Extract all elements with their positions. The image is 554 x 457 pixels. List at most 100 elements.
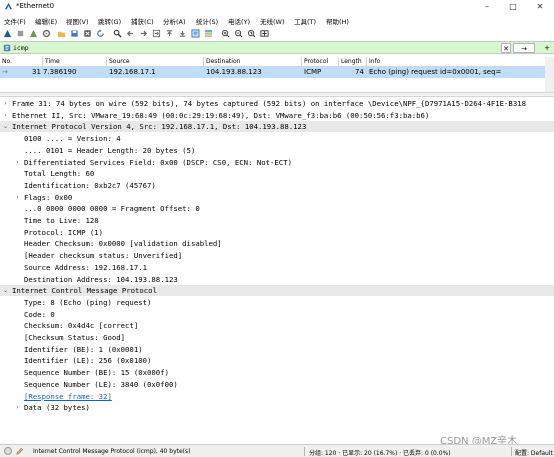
find-packet-icon[interactable] — [113, 29, 122, 38]
resize-columns-icon[interactable] — [260, 29, 269, 38]
zoom-normal-icon[interactable] — [247, 29, 256, 38]
detail-field-row[interactable]: [Header checksum status: Unverified] — [0, 250, 554, 261]
capture-comment-icon[interactable] — [15, 447, 24, 456]
detail-field-row[interactable]: Total Length: 60 — [0, 168, 554, 179]
detail-field-row[interactable]: Time to Live: 128 — [0, 215, 554, 226]
close-file-icon[interactable] — [83, 29, 92, 38]
detail-field-row[interactable]: Source Address: 192.168.17.1 — [0, 262, 554, 273]
detail-section-row[interactable]: › Ethernet II, Src: VMware_19:68:49 (00:0… — [0, 110, 554, 121]
clear-filter-button[interactable]: ✕ — [501, 43, 511, 53]
detail-field-row[interactable]: Protocol: ICMP (1) — [0, 227, 554, 238]
column-destination[interactable]: Destination — [206, 58, 240, 65]
detail-text: Identifier (LE): 256 (0x0100) — [24, 356, 152, 366]
menu-capture[interactable]: 捕获(C) — [131, 16, 154, 26]
menu-help[interactable]: 帮助(H) — [326, 16, 349, 26]
column-time[interactable]: Time — [45, 58, 60, 65]
zoom-out-icon[interactable] — [234, 29, 243, 38]
column-separator[interactable] — [42, 57, 43, 67]
column-no[interactable]: No. — [2, 58, 12, 65]
detail-field-row[interactable]: [Checksum Status: Good] — [0, 332, 554, 343]
open-folder-icon[interactable] — [57, 29, 66, 38]
menu-telephony[interactable]: 电话(Y) — [228, 16, 250, 26]
detail-field-row[interactable]: Identification: 0xb2c7 (45767) — [0, 180, 554, 191]
packet-row-partial[interactable] — [0, 79, 545, 85]
autoscroll-icon[interactable] — [191, 29, 200, 38]
detail-field-row[interactable]: [Response frame: 32] — [0, 391, 554, 402]
apply-filter-button[interactable]: → — [513, 43, 535, 53]
bookmark-filter-icon[interactable] — [3, 44, 11, 52]
column-separator[interactable] — [203, 57, 204, 67]
column-protocol[interactable]: Protocol — [304, 58, 328, 65]
expand-arrow-icon[interactable]: › — [14, 402, 21, 413]
menu-file[interactable]: 文件(F) — [4, 16, 26, 26]
detail-section-row[interactable]: ⌄ Internet Control Message Protocol — [0, 285, 554, 297]
packet-row[interactable]: → 31 7.386190 192.168.17.1 104.193.88.12… — [0, 67, 545, 78]
detail-field-row[interactable]: › Data (32 bytes) — [0, 402, 554, 413]
detail-field-row[interactable]: Identifier (BE): 1 (0x0001) — [0, 344, 554, 355]
column-separator[interactable] — [106, 57, 107, 67]
detail-field-row[interactable]: Identifier (LE): 256 (0x0100) — [0, 355, 554, 366]
detail-field-row[interactable]: Sequence Number (LE): 3840 (0x0f00) — [0, 379, 554, 390]
column-separator[interactable] — [338, 57, 339, 67]
detail-section-row[interactable]: ⌄ Internet Protocol Version 4, Src: 192.1… — [0, 121, 554, 133]
display-filter-input[interactable] — [12, 43, 482, 53]
detail-text: Frame 31: 74 bytes on wire (592 bits), 7… — [12, 99, 526, 108]
detail-text: Header Checksum: 0x0000 [validation disa… — [24, 239, 222, 249]
detail-field-row[interactable]: 0100 .... = Version: 4 — [0, 133, 554, 144]
column-separator[interactable] — [366, 57, 367, 67]
detail-field-row[interactable]: ...0 0000 0000 0000 = Fragment Offset: 0 — [0, 203, 554, 214]
detail-field-row[interactable]: Sequence Number (BE): 15 (0x000f) — [0, 367, 554, 378]
column-source[interactable]: Source — [109, 58, 130, 65]
go-first-icon[interactable] — [165, 29, 174, 38]
restart-shark-icon[interactable] — [29, 29, 38, 38]
detail-text: Code: 0 — [24, 309, 55, 319]
minimize-button[interactable]: – — [474, 0, 500, 14]
close-window-button[interactable]: ✕ — [527, 0, 553, 14]
stop-square-icon[interactable] — [16, 29, 25, 38]
detail-section-row[interactable]: › Frame 31: 74 bytes on wire (592 bits), … — [0, 98, 554, 109]
packet-list-scrollbar[interactable] — [545, 57, 554, 92]
menu-tools[interactable]: 工具(T) — [294, 16, 316, 26]
detail-field-row[interactable]: › Flags: 0x00 — [0, 192, 554, 203]
column-info[interactable]: Info — [369, 58, 380, 65]
options-gear-icon[interactable] — [42, 29, 51, 38]
menu-statistics[interactable]: 统计(S) — [196, 16, 218, 26]
zoom-in-icon[interactable] — [221, 29, 230, 38]
detail-field-row[interactable]: Type: 8 (Echo (ping) request) — [0, 297, 554, 308]
maximize-button[interactable]: □ — [500, 0, 526, 14]
status-field-info: Internet Control Message Protocol (icmp)… — [33, 448, 191, 455]
detail-field-row[interactable]: Checksum: 0x4d4c [correct] — [0, 320, 554, 331]
packet-source: 192.168.17.1 — [109, 68, 156, 76]
collapse-arrow-icon[interactable]: ⌄ — [2, 121, 9, 132]
menu-go[interactable]: 跳转(G) — [98, 16, 121, 26]
response-frame-link[interactable]: [Response frame: 32] — [24, 391, 112, 402]
menu-edit[interactable]: 编辑(E) — [35, 16, 57, 26]
expand-arrow-icon[interactable]: › — [14, 192, 21, 203]
column-length[interactable]: Length — [341, 58, 362, 65]
menu-view[interactable]: 视图(V) — [66, 16, 89, 26]
go-last-icon[interactable] — [178, 29, 187, 38]
status-profile[interactable]: 配置: Default — [515, 448, 553, 457]
menu-analyze[interactable]: 分析(A) — [163, 16, 186, 26]
detail-field-row[interactable]: Destination Address: 104.193.88.123 — [0, 274, 554, 285]
add-filter-expression-button[interactable]: + — [542, 43, 552, 53]
packet-length: 74 — [355, 68, 364, 76]
detail-field-row[interactable]: Code: 0 — [0, 309, 554, 320]
shark-fin-start-icon[interactable] — [3, 29, 12, 38]
collapse-arrow-icon[interactable]: ⌄ — [2, 285, 9, 296]
column-separator[interactable] — [301, 57, 302, 67]
colorize-icon[interactable] — [204, 29, 213, 38]
save-file-icon[interactable] — [70, 29, 79, 38]
expand-arrow-icon[interactable]: › — [2, 110, 9, 121]
reload-icon[interactable] — [96, 29, 105, 38]
detail-field-row[interactable]: › Differentiated Services Field: 0x00 (DS… — [0, 157, 554, 168]
go-forward-icon[interactable] — [139, 29, 148, 38]
expert-info-status-icon[interactable] — [4, 447, 12, 455]
menu-wireless[interactable]: 无线(W) — [260, 16, 285, 26]
detail-field-row[interactable]: Header Checksum: 0x0000 [validation disa… — [0, 238, 554, 249]
go-to-packet-icon[interactable] — [152, 29, 161, 38]
detail-field-row[interactable]: .... 0101 = Header Length: 20 bytes (5) — [0, 145, 554, 156]
expand-arrow-icon[interactable]: › — [14, 157, 21, 168]
expand-arrow-icon[interactable]: › — [2, 98, 9, 109]
go-back-icon[interactable] — [126, 29, 135, 38]
